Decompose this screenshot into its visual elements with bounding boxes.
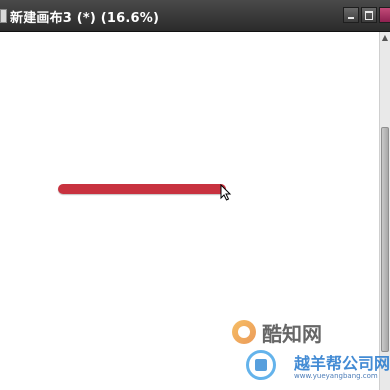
document-icon [0, 9, 7, 23]
scroll-up-icon[interactable]: ▲ [380, 32, 390, 44]
watermark-url: www.yueyangbang.com [294, 372, 378, 380]
maximize-icon [365, 11, 373, 20]
close-button[interactable] [379, 7, 390, 23]
watermark-kuzhi: 酷知网 [232, 318, 342, 348]
minimize-button[interactable] [343, 7, 359, 23]
watermark-yueyang: 越羊帮公司网 www.yueyangbang.com [232, 348, 390, 388]
window-titlebar[interactable]: 新建画布3 (*) (16.6%) [0, 0, 390, 32]
kuzhi-logo-icon [232, 320, 256, 344]
red-line-stroke[interactable] [58, 184, 226, 194]
watermark-text-2: 越羊帮公司网 [294, 354, 390, 373]
maximize-button[interactable] [361, 7, 377, 23]
yueyang-logo-icon [246, 350, 276, 380]
window-title: 新建画布3 (*) (16.6%) [10, 11, 160, 26]
watermark-text-1: 酷知网 [262, 322, 322, 346]
minimize-icon [348, 17, 354, 19]
mouse-cursor-icon [220, 184, 232, 201]
scroll-thumb[interactable] [381, 127, 389, 352]
vertical-scrollbar[interactable]: ▲ [379, 32, 390, 390]
